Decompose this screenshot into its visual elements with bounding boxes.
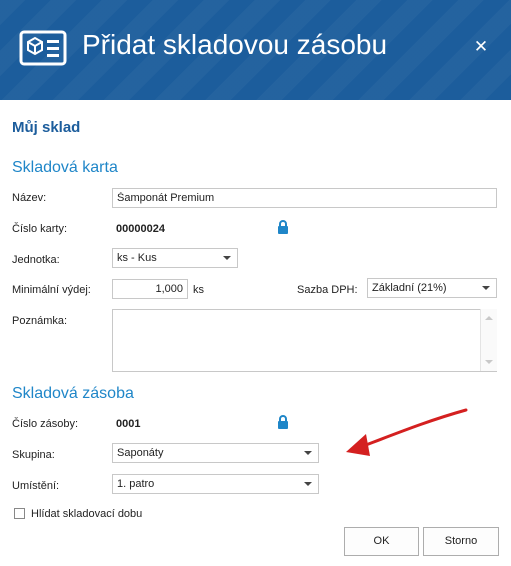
card-number-value: 00000024 bbox=[116, 223, 165, 235]
chevron-down-icon bbox=[482, 286, 490, 290]
name-label: Název: bbox=[12, 192, 47, 204]
chevron-down-icon bbox=[304, 451, 312, 455]
stock-section-heading: Skladová zásoba bbox=[12, 385, 134, 402]
storage-period-label[interactable]: Hlídat skladovací dobu bbox=[31, 508, 142, 520]
vat-label: Sazba DPH: bbox=[297, 284, 358, 296]
note-scrollbar[interactable] bbox=[480, 309, 497, 371]
unit-select[interactable]: ks - Kus bbox=[112, 248, 238, 268]
stock-number-label: Číslo zásoby: bbox=[12, 418, 79, 430]
storage-period-checkbox[interactable] bbox=[14, 508, 25, 519]
cancel-button[interactable]: Storno bbox=[423, 527, 499, 556]
card-section-heading: Skladová karta bbox=[12, 159, 118, 176]
vat-select[interactable]: Základní (21%) bbox=[367, 278, 497, 298]
name-input[interactable] bbox=[112, 188, 497, 208]
close-icon[interactable]: ✕ bbox=[470, 36, 492, 58]
location-select[interactable]: 1. patro bbox=[112, 474, 319, 494]
chevron-down-icon bbox=[223, 256, 231, 260]
ok-button[interactable]: OK bbox=[344, 527, 419, 556]
min-issue-label: Minimální výdej: bbox=[12, 284, 91, 296]
group-select[interactable]: Saponáty bbox=[112, 443, 319, 463]
chevron-down-icon bbox=[304, 482, 312, 486]
note-label: Poznámka: bbox=[12, 315, 68, 327]
min-issue-input[interactable] bbox=[112, 279, 188, 299]
lock-icon bbox=[278, 415, 288, 429]
vat-select-value: Základní (21%) bbox=[372, 282, 447, 294]
note-textarea[interactable] bbox=[112, 309, 497, 372]
location-select-value: 1. patro bbox=[117, 478, 155, 490]
scroll-down-icon[interactable] bbox=[485, 360, 493, 364]
unit-label: Jednotka: bbox=[12, 254, 60, 266]
lock-icon bbox=[278, 220, 288, 234]
dialog-titlebar: Přidat skladovou zásobu ✕ bbox=[0, 0, 511, 100]
unit-select-value: ks - Kus bbox=[117, 252, 157, 264]
min-issue-unit: ks bbox=[193, 284, 204, 296]
scroll-up-icon[interactable] bbox=[485, 316, 493, 320]
stock-number-value: 0001 bbox=[116, 418, 141, 430]
group-label: Skupina: bbox=[12, 449, 55, 461]
location-label: Umístění: bbox=[12, 480, 60, 492]
group-select-value: Saponáty bbox=[117, 447, 164, 459]
card-number-label: Číslo karty: bbox=[12, 223, 68, 235]
inventory-card-icon bbox=[19, 30, 67, 66]
dialog-title: Přidat skladovou zásobu bbox=[82, 29, 388, 60]
company-name: Můj sklad bbox=[12, 119, 81, 136]
